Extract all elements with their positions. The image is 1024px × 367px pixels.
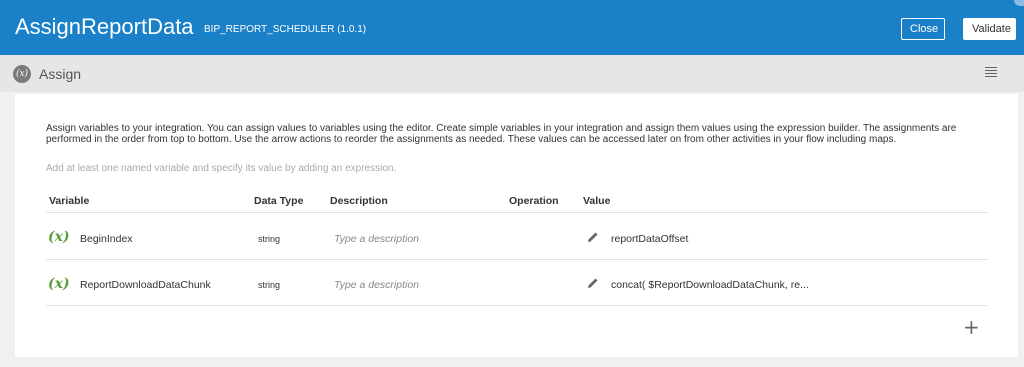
table-row-divider bbox=[46, 259, 988, 260]
integration-name: BIP_REPORT_SCHEDULER (1.0.1) bbox=[204, 24, 367, 35]
header-value: Value bbox=[583, 195, 611, 207]
description-input[interactable]: Type a description bbox=[334, 233, 419, 245]
header-variable: Variable bbox=[49, 195, 90, 207]
hint-text: Add at least one named variable and spec… bbox=[46, 163, 397, 174]
pencil-icon[interactable] bbox=[587, 231, 599, 243]
data-type: string bbox=[258, 234, 281, 244]
variable-x-icon: (x) bbox=[48, 229, 70, 245]
section-bar: (x) Assign bbox=[0, 55, 1024, 92]
variable-name: ReportDownloadDataChunk bbox=[80, 279, 211, 291]
intro-text: Assign variables to your integration. Yo… bbox=[46, 123, 957, 145]
description-input[interactable]: Type a description bbox=[334, 279, 419, 291]
header-data-type: Data Type bbox=[254, 195, 304, 207]
validate-button[interactable]: Validate bbox=[963, 18, 1016, 40]
variable-x-icon: (x) bbox=[48, 276, 70, 292]
variable-badge-icon: (x) bbox=[13, 65, 31, 83]
close-button[interactable]: Close bbox=[901, 18, 945, 40]
value-expression[interactable]: reportDataOffset bbox=[611, 233, 688, 245]
data-type: string bbox=[258, 280, 281, 290]
header-description: Description bbox=[330, 195, 388, 207]
app-header: AssignReportData BIP_REPORT_SCHEDULER (1… bbox=[0, 0, 1024, 55]
table-row-divider bbox=[46, 305, 988, 306]
variable-name: BeginIndex bbox=[80, 233, 133, 245]
add-assignment-button[interactable]: + bbox=[963, 317, 980, 337]
section-label: Assign bbox=[39, 66, 82, 82]
hamburger-menu-icon[interactable] bbox=[985, 67, 997, 78]
header-operation: Operation bbox=[509, 195, 559, 207]
table-divider bbox=[46, 212, 988, 213]
pencil-icon[interactable] bbox=[587, 277, 599, 289]
corner-decoration bbox=[1014, 0, 1024, 6]
value-expression[interactable]: concat( $ReportDownloadDataChunk, re... bbox=[611, 279, 809, 291]
page-title: AssignReportData bbox=[15, 14, 194, 39]
